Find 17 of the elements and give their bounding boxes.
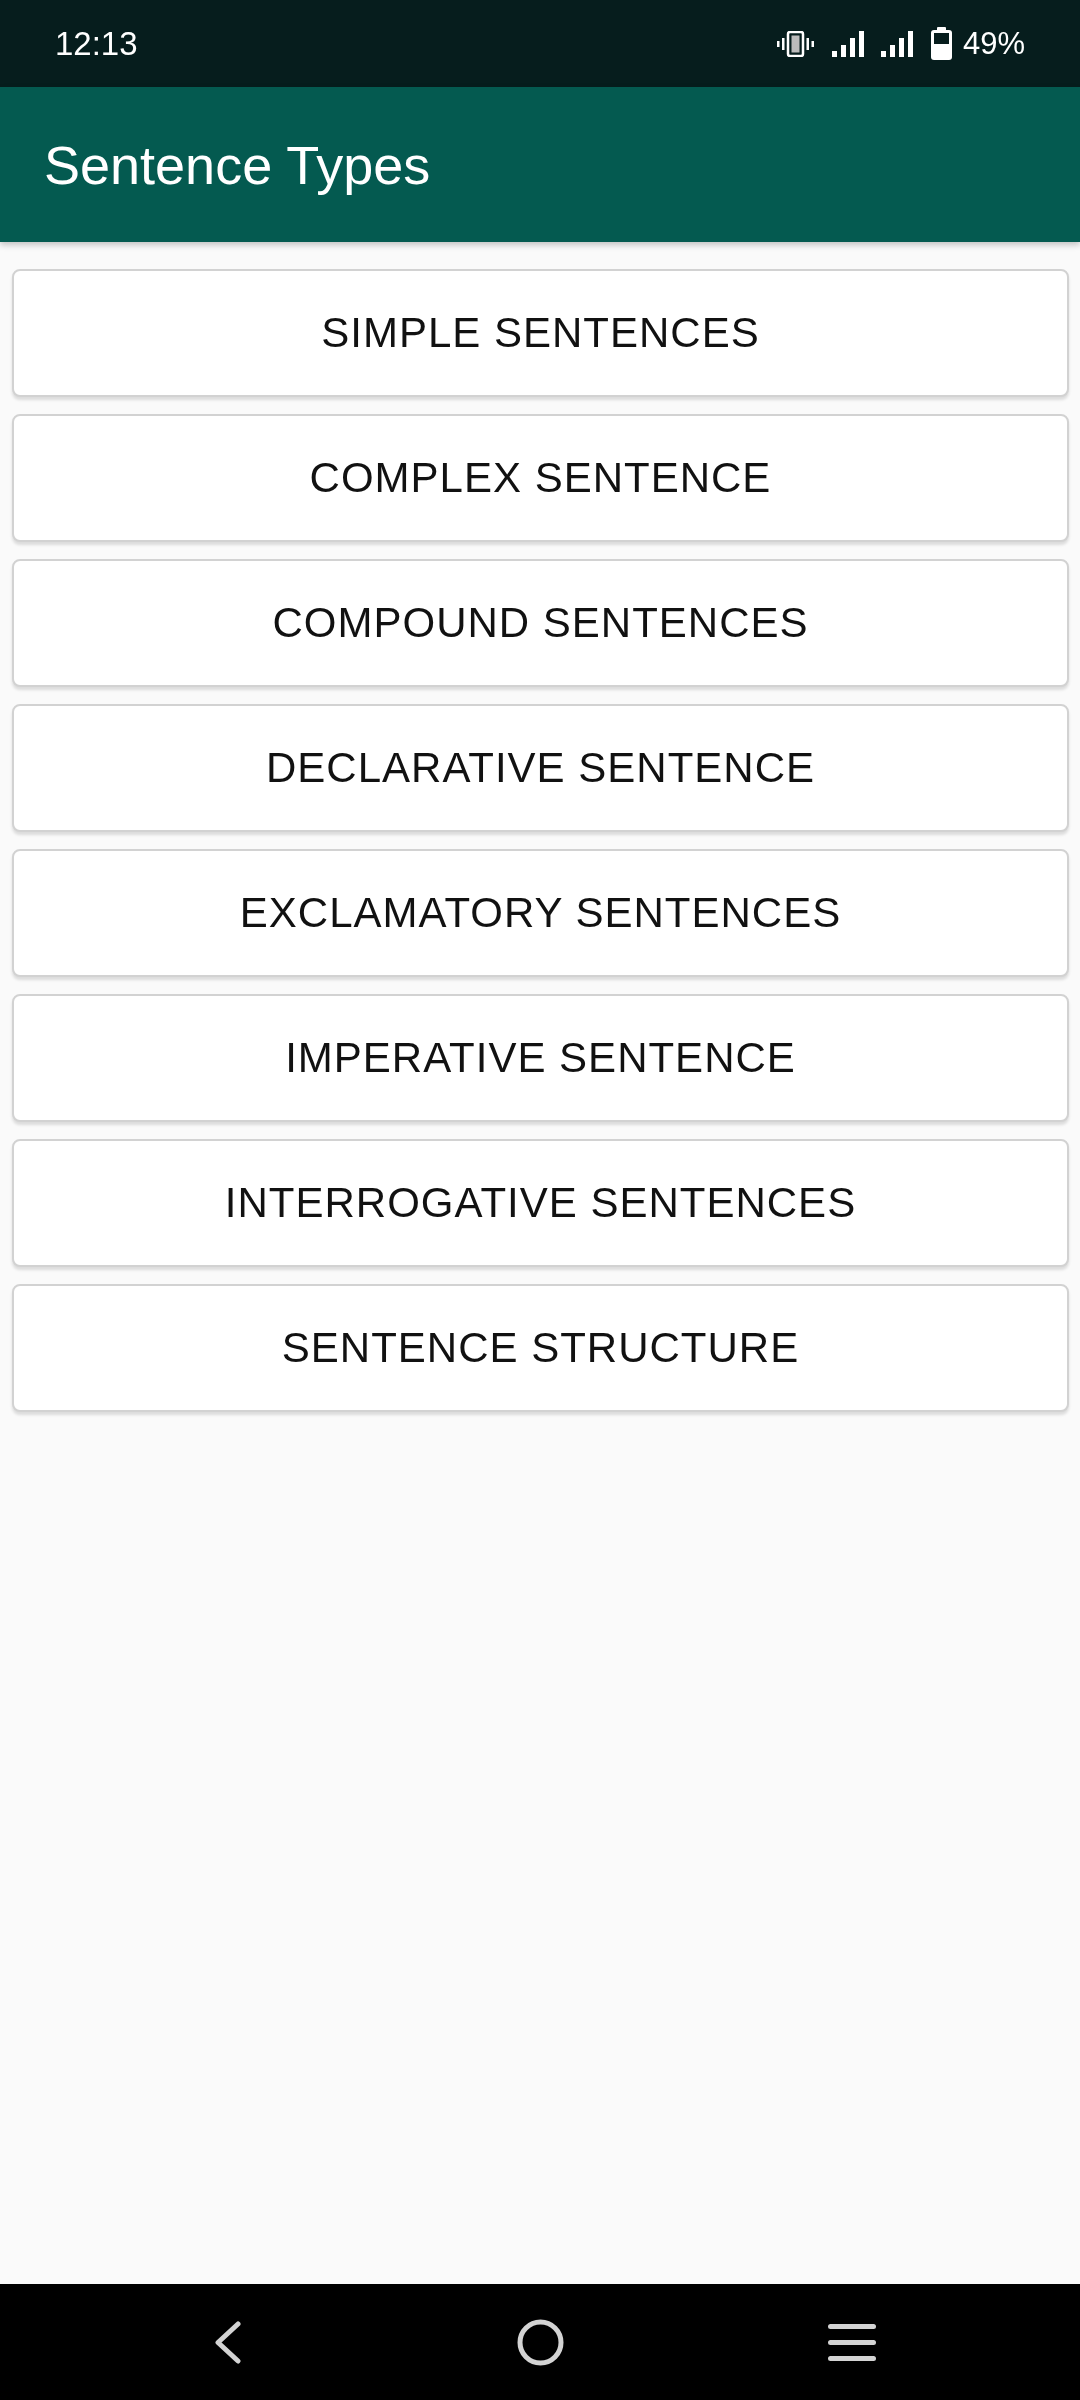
sentence-type-button[interactable]: DECLARATIVE SENTENCE [12, 704, 1069, 832]
sentence-type-button[interactable]: COMPOUND SENTENCES [12, 559, 1069, 687]
sentence-type-button[interactable]: INTERROGATIVE SENTENCES [12, 1139, 1069, 1267]
status-time: 12:13 [55, 27, 138, 60]
sentence-type-button[interactable]: COMPLEX SENTENCE [12, 414, 1069, 542]
sentence-type-button[interactable]: SIMPLE SENTENCES [12, 269, 1069, 397]
sentence-type-button[interactable]: SENTENCE STRUCTURE [12, 1284, 1069, 1412]
battery-icon [930, 27, 952, 60]
home-icon[interactable] [517, 2318, 564, 2366]
sentence-type-button[interactable]: EXCLAMATORY SENTENCES [12, 849, 1069, 977]
menu-icon[interactable] [828, 2323, 876, 2361]
vibrate-icon [776, 30, 814, 57]
sentence-type-button[interactable]: IMPERATIVE SENTENCE [12, 994, 1069, 1122]
signal-icon [880, 30, 913, 57]
signal-icon [831, 30, 864, 57]
back-icon[interactable] [214, 2320, 241, 2364]
battery-percent: 49% [962, 28, 1025, 59]
